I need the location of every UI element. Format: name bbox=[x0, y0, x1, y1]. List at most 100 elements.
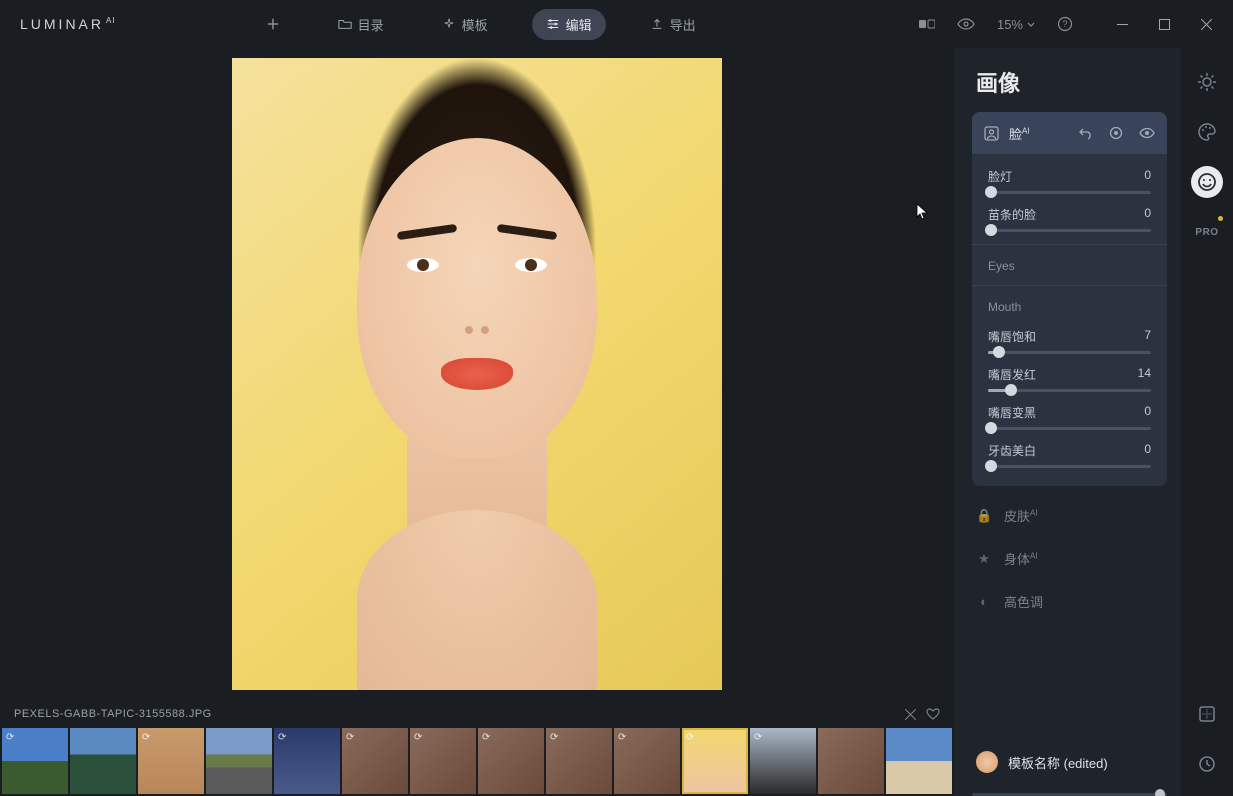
slider-teeth-whiten[interactable]: 牙齿美白0 bbox=[988, 442, 1151, 468]
adjust-icon: ⟳ bbox=[482, 732, 490, 743]
close-file-icon[interactable] bbox=[905, 709, 916, 720]
nav-export-label: 导出 bbox=[670, 15, 696, 34]
mask-icon[interactable] bbox=[1109, 126, 1123, 140]
maximize-button[interactable] bbox=[1143, 4, 1185, 44]
preview[interactable] bbox=[0, 48, 954, 700]
slider-lips-darken[interactable]: 嘴唇变黑 0 bbox=[988, 404, 1151, 430]
nav-export[interactable]: 导出 bbox=[636, 9, 710, 40]
portrait-icon[interactable] bbox=[1191, 166, 1223, 198]
lock-icon: 🔒 bbox=[976, 508, 992, 524]
canvas-area: PEXELS-GABB-TAPIC-3155588.JPG ⟳ ⟳ ⟳ ⟳ ⟳ … bbox=[0, 48, 954, 796]
content: PEXELS-GABB-TAPIC-3155588.JPG ⟳ ⟳ ⟳ ⟳ ⟳ … bbox=[0, 48, 1233, 796]
app-name: LUMINAR bbox=[20, 16, 104, 32]
pro-icon[interactable]: PRO bbox=[1191, 216, 1223, 248]
slider-face-light[interactable]: 脸灯 0 bbox=[988, 168, 1151, 194]
slider-lips-redness[interactable]: 嘴唇发红14 bbox=[988, 366, 1151, 392]
slider-value: 0 bbox=[1144, 442, 1151, 459]
eyes-section[interactable]: Eyes bbox=[988, 245, 1151, 279]
adjust-icon: ⟳ bbox=[618, 732, 626, 743]
creative-icon[interactable] bbox=[1191, 116, 1223, 148]
skin-tool[interactable]: 🔒 皮肤AI bbox=[972, 494, 1167, 537]
ai-badge: AI bbox=[1030, 552, 1038, 561]
slider-label: 嘴唇变黑 bbox=[988, 404, 1036, 421]
visibility-icon[interactable] bbox=[1139, 127, 1155, 139]
thumbnail[interactable]: ⟳ bbox=[2, 728, 68, 794]
export-icon bbox=[650, 17, 664, 31]
close-button[interactable] bbox=[1185, 4, 1227, 44]
face-tool-header[interactable]: 脸AI bbox=[972, 112, 1167, 154]
filename: PEXELS-GABB-TAPIC-3155588.JPG bbox=[14, 708, 895, 720]
filmstrip[interactable]: ⟳ ⟳ ⟳ ⟳ ⟳ ⟳ ⟳ ⟳ ⟳ ⟳ bbox=[0, 728, 954, 796]
template-avatar bbox=[976, 751, 998, 773]
thumbnail[interactable]: ⟳ bbox=[750, 728, 816, 794]
nav-catalog[interactable]: 目录 bbox=[324, 9, 398, 40]
adjust-icon: ⟳ bbox=[414, 732, 422, 743]
high-key-label: 高色调 bbox=[1004, 592, 1043, 611]
slider-value: 0 bbox=[1144, 168, 1151, 185]
nav-edit[interactable]: 编辑 bbox=[532, 9, 606, 40]
portrait-icon bbox=[984, 126, 999, 141]
layers-icon[interactable] bbox=[1191, 698, 1223, 730]
minimize-button[interactable] bbox=[1101, 4, 1143, 44]
folder-icon bbox=[338, 17, 352, 31]
high-key-tool[interactable]: ◐ 高色调 bbox=[972, 580, 1167, 623]
thumbnail[interactable]: ⟳ bbox=[274, 728, 340, 794]
preview-icon[interactable] bbox=[957, 18, 975, 30]
tools-column: 画像 脸AI 脸灯0 苗条的脸0 bbox=[954, 48, 1181, 796]
tool-rail: PRO bbox=[1181, 48, 1233, 796]
slider-label: 嘴唇发红 bbox=[988, 366, 1036, 383]
history-icon[interactable] bbox=[1191, 748, 1223, 780]
body-icon: ★ bbox=[976, 551, 992, 567]
help-icon[interactable]: ? bbox=[1057, 16, 1073, 32]
photo-preview bbox=[232, 58, 722, 690]
face-tool-body: 脸灯0 苗条的脸0 Eyes Mouth 嘴唇饱和7 bbox=[972, 154, 1167, 486]
slider-slim-face[interactable]: 苗条的脸0 bbox=[988, 206, 1151, 232]
face-tool-card: 脸AI 脸灯0 苗条的脸0 Eyes bbox=[972, 112, 1167, 486]
adjust-icon: ⟳ bbox=[278, 732, 286, 743]
slider-label: 嘴唇饱和 bbox=[988, 328, 1036, 345]
file-bar: PEXELS-GABB-TAPIC-3155588.JPG bbox=[0, 700, 954, 728]
template-name[interactable]: 模板名称 (edited) bbox=[1008, 753, 1163, 772]
sliders-icon bbox=[546, 17, 560, 31]
essentials-icon[interactable] bbox=[1191, 66, 1223, 98]
adjust-icon: ⟳ bbox=[686, 732, 694, 743]
thumbnail[interactable] bbox=[886, 728, 952, 794]
thumbnail[interactable]: ⟳ bbox=[546, 728, 612, 794]
ai-badge: AI bbox=[1030, 509, 1038, 518]
thumbnail[interactable] bbox=[818, 728, 884, 794]
nav-catalog-label: 目录 bbox=[358, 15, 384, 34]
chevron-down-icon bbox=[1027, 22, 1035, 27]
slider-label: 苗条的脸 bbox=[988, 206, 1036, 223]
adjust-icon: ⟳ bbox=[346, 732, 354, 743]
pro-label: PRO bbox=[1195, 227, 1218, 238]
highkey-icon: ◐ bbox=[976, 594, 992, 609]
thumbnail[interactable] bbox=[70, 728, 136, 794]
slider-label: 脸灯 bbox=[988, 168, 1012, 185]
app-suffix: AI bbox=[106, 16, 116, 25]
thumbnail[interactable]: ⟳ bbox=[410, 728, 476, 794]
body-tool[interactable]: ★ 身体AI bbox=[972, 537, 1167, 580]
thumbnail[interactable]: ⟳ bbox=[478, 728, 544, 794]
thumbnail[interactable]: ⟳ bbox=[614, 728, 680, 794]
undo-icon[interactable] bbox=[1079, 126, 1093, 140]
skin-label: 皮肤 bbox=[1004, 509, 1030, 524]
slider-value: 0 bbox=[1144, 404, 1151, 421]
nav-templates[interactable]: 模板 bbox=[428, 9, 502, 40]
thumbnail-selected[interactable]: ⟳ bbox=[682, 728, 748, 794]
adjust-icon: ⟳ bbox=[6, 732, 14, 743]
favorite-icon[interactable] bbox=[926, 708, 940, 720]
slider-lips-saturation[interactable]: 嘴唇饱和 7 bbox=[988, 328, 1151, 354]
thumbnail[interactable]: ⟳ bbox=[138, 728, 204, 794]
adjust-icon: ⟳ bbox=[142, 732, 150, 743]
zoom-level[interactable]: 15% bbox=[997, 17, 1035, 32]
mouth-section[interactable]: Mouth bbox=[988, 286, 1151, 320]
thumbnail[interactable] bbox=[206, 728, 272, 794]
window-controls bbox=[1101, 4, 1227, 44]
thumbnail[interactable]: ⟳ bbox=[342, 728, 408, 794]
compare-icon[interactable] bbox=[919, 18, 935, 30]
add-button[interactable] bbox=[252, 11, 294, 37]
adjust-icon: ⟳ bbox=[754, 732, 762, 743]
ai-badge: AI bbox=[1022, 126, 1030, 135]
nav-templates-label: 模板 bbox=[462, 15, 488, 34]
slider-value: 7 bbox=[1144, 328, 1151, 345]
